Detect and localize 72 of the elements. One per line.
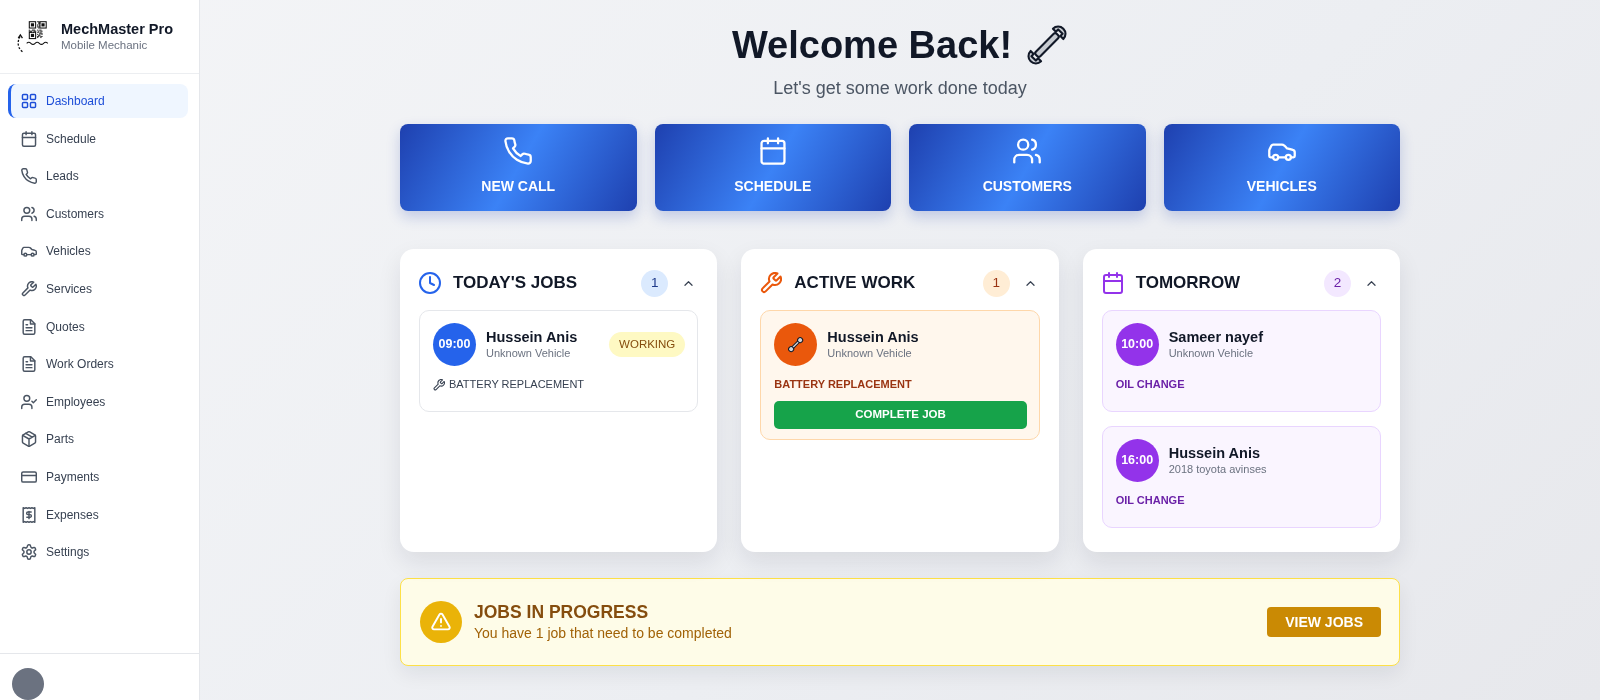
card-title: TODAY'S JOBS — [453, 272, 578, 294]
job-item[interactable]: 09:00 Hussein Anis Unknown Vehicle WORKING BATTERY REPLACEMENT — [419, 310, 699, 412]
service-label: OIL CHANGE — [1115, 493, 1185, 508]
sidebar-item[interactable]: Schedule — [8, 121, 188, 156]
phone-icon — [21, 168, 37, 185]
sidebar-item[interactable]: Leads — [8, 159, 188, 194]
credit-card-icon — [21, 468, 37, 485]
service-label: BATTERY REPLACEMENT — [774, 377, 912, 392]
wrench-avatar-icon — [774, 323, 818, 366]
service-label: OIL CHANGE — [1115, 377, 1185, 392]
time-badge: 09:00 — [433, 323, 476, 366]
settings-icon — [21, 544, 37, 561]
document-icon — [21, 318, 37, 335]
sidebar-item[interactable]: Services — [8, 271, 188, 306]
customer-name: Hussein Anis — [827, 327, 919, 346]
sidebar-item[interactable]: Vehicles — [8, 234, 188, 269]
quick-action-button[interactable]: VEHICLES — [1163, 124, 1400, 211]
sidebar-item[interactable]: Expenses — [8, 497, 188, 532]
sidebar-item[interactable]: Parts — [8, 422, 188, 457]
wrench-icon — [433, 378, 445, 391]
count-badge: 1 — [982, 269, 1010, 297]
receipt-icon — [21, 506, 37, 523]
wrench-icon — [21, 280, 37, 297]
status-badge: WORKING — [609, 332, 686, 358]
sidebar-item[interactable]: Payments — [8, 459, 188, 494]
vehicle-name: 2018 toyota avinses — [1168, 461, 1267, 477]
sidebar-item[interactable]: Work Orders — [8, 347, 188, 382]
sidebar-item[interactable]: Quotes — [8, 309, 188, 344]
job-item[interactable]: Hussein Anis Unknown Vehicle BATTERY REPLACEMENT COMPLETE JOB — [760, 310, 1040, 440]
clock-icon — [419, 272, 441, 294]
job-item[interactable]: 10:00 Sameer nayef Unknown Vehicle OIL CHANGE — [1101, 310, 1381, 412]
customer-name: Hussein Anis — [486, 327, 578, 346]
phone-icon — [504, 137, 533, 165]
card-title: TOMORROW — [1135, 272, 1241, 294]
sidebar-item[interactable]: Customers — [8, 196, 188, 231]
page-title: Welcome Back! — [731, 23, 1013, 68]
sidebar-item[interactable]: Settings — [8, 535, 188, 570]
card-title: ACTIVE WORK — [794, 272, 916, 294]
time-badge: 16:00 — [1115, 439, 1159, 482]
page-subtitle: Let's get some work done today — [772, 77, 1028, 100]
wrench-icon — [1026, 24, 1069, 66]
vehicle-name: Unknown Vehicle — [1168, 345, 1255, 361]
brand-subtitle: Mobile Mechanic — [61, 38, 149, 54]
quick-action-button[interactable]: NEW CALL — [400, 124, 637, 211]
box-icon — [21, 431, 37, 448]
vehicle-name: Unknown Vehicle — [827, 345, 913, 361]
time-badge: 10:00 — [1115, 323, 1159, 366]
job-item[interactable]: 16:00 Hussein Anis 2018 toyota avinses OIL CHANGE — [1101, 426, 1381, 528]
alert-message: You have 1 job that need to be completed — [474, 623, 732, 643]
dashboard-icon — [21, 93, 37, 109]
count-badge: 1 — [641, 269, 669, 297]
customer-name: Sameer nayef — [1168, 327, 1263, 346]
calendar-icon — [21, 130, 37, 147]
warning-icon — [420, 601, 462, 643]
quick-action-button[interactable]: CUSTOMERS — [909, 124, 1146, 211]
user-check-icon — [21, 393, 37, 410]
customer-name: Hussein Anis — [1168, 443, 1261, 462]
brand-title: MechMaster Pro — [61, 19, 173, 39]
vehicle-name: Unknown Vehicle — [486, 345, 572, 361]
document-icon — [21, 356, 37, 373]
sidebar-item[interactable]: Dashboard — [8, 84, 188, 118]
alert-title: JOBS IN PROGRESS — [474, 601, 650, 624]
calendar-icon — [1101, 272, 1124, 294]
count-badge: 2 — [1324, 269, 1351, 297]
calendar-icon — [758, 137, 787, 165]
user-avatar-icon — [12, 668, 44, 700]
wrench-icon — [760, 272, 783, 294]
quick-action-button[interactable]: SCHEDULE — [654, 124, 891, 211]
service-label: BATTERY REPLACEMENT — [449, 377, 585, 392]
users-icon — [21, 205, 37, 222]
sidebar-item[interactable]: Employees — [8, 384, 188, 419]
users-icon — [1013, 137, 1042, 165]
